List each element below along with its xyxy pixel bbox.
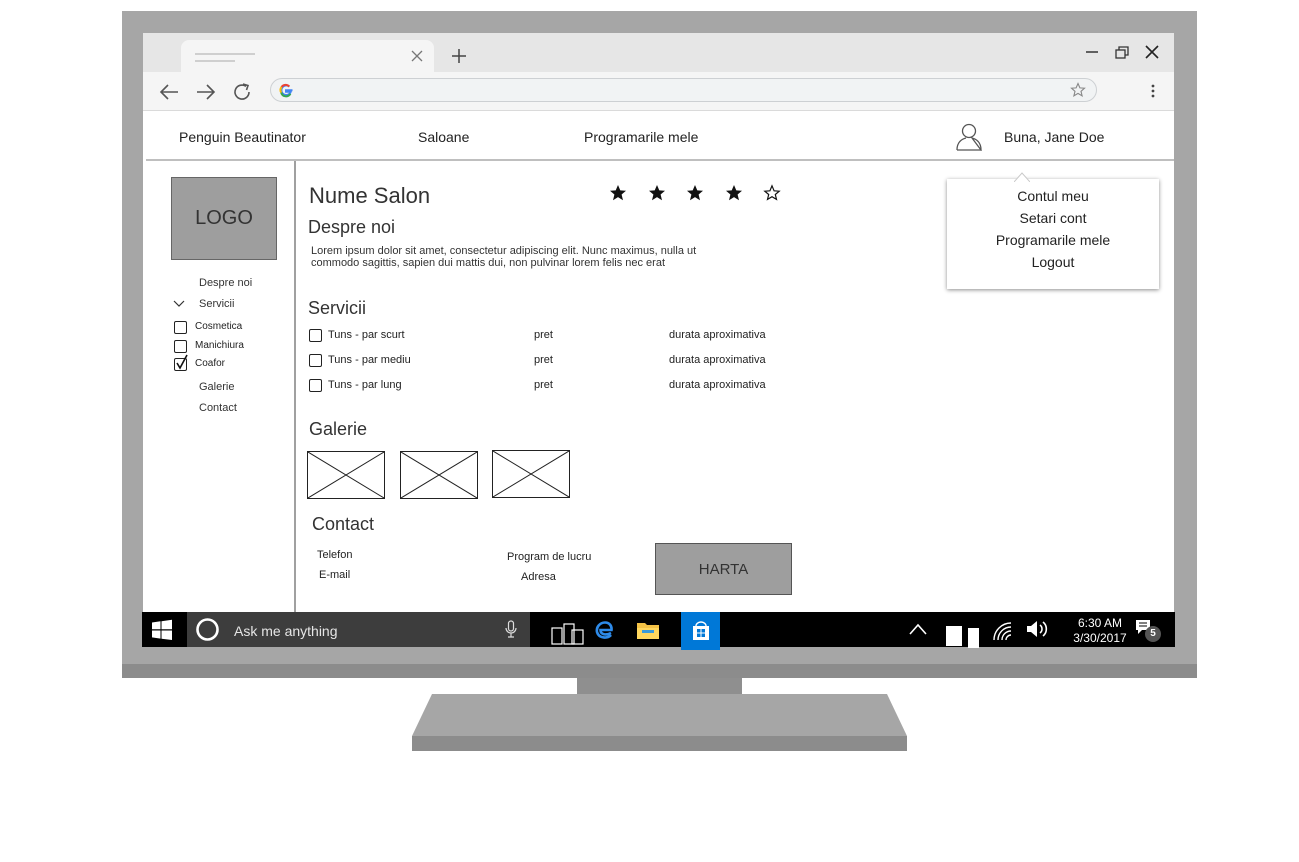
volume-icon[interactable]: [1026, 619, 1050, 639]
gallery-image-placeholder[interactable]: [307, 451, 385, 499]
star-filled-icon[interactable]: [686, 184, 704, 202]
category-label: Manichiura: [195, 340, 244, 351]
user-greeting[interactable]: Buna, Jane Doe: [1004, 129, 1104, 145]
service-duration: durata aproximativa: [669, 329, 766, 341]
service-name: Tuns - par scurt: [328, 329, 405, 341]
close-window-icon[interactable]: [1144, 44, 1160, 60]
file-explorer-icon[interactable]: [636, 620, 660, 640]
salon-logo: LOGO: [171, 177, 277, 260]
browser-tabstrip: [143, 33, 1174, 72]
about-heading: Despre noi: [308, 217, 396, 237]
category-label: Cosmetica: [195, 321, 243, 332]
restore-icon[interactable]: [1114, 45, 1130, 61]
checkmark-icon: [176, 354, 188, 370]
windows-start-icon[interactable]: [151, 619, 173, 641]
microphone-icon[interactable]: [505, 620, 517, 638]
service-price: pret: [534, 354, 553, 366]
contact-address: Adresa: [521, 571, 556, 583]
service-price: pret: [534, 329, 553, 341]
tab-title-placeholder: [195, 53, 255, 55]
browser-menu-icon[interactable]: [1147, 81, 1159, 101]
chevron-down-icon[interactable]: [173, 300, 185, 308]
tray-time: 6:30 AM: [1077, 616, 1123, 630]
sidebar-link-contact[interactable]: Contact: [199, 402, 237, 414]
sidebar: LOGO Despre noi Servicii Cosmetica Manic…: [146, 161, 296, 645]
menu-item-contul-meu[interactable]: Contul meu: [947, 188, 1159, 204]
new-tab-icon[interactable]: [450, 47, 468, 65]
monitor-bezel-bottom: [122, 664, 1197, 678]
edge-browser-icon[interactable]: [594, 619, 614, 641]
bookmark-star-icon[interactable]: [1070, 82, 1086, 98]
map-button[interactable]: HARTA: [655, 543, 792, 595]
sidebar-link-galerie[interactable]: Galerie: [199, 381, 234, 393]
menu-item-programari[interactable]: Programarile mele: [947, 232, 1159, 248]
reload-icon[interactable]: [231, 81, 253, 103]
browser-tab[interactable]: [181, 40, 434, 72]
app-header: Penguin Beautinator Saloane Programarile…: [146, 115, 1174, 161]
nav-saloane[interactable]: Saloane: [418, 129, 469, 145]
minimize-icon[interactable]: [1085, 45, 1099, 59]
services-heading: Servicii: [308, 298, 367, 318]
screen: Penguin Beautinator Saloane Programarile…: [143, 33, 1174, 645]
search-placeholder: Ask me anything: [234, 623, 338, 639]
back-arrow-icon[interactable]: [158, 81, 180, 103]
google-icon: [279, 83, 293, 98]
contact-heading: Contact: [312, 514, 375, 534]
tab-close-icon[interactable]: [409, 48, 425, 64]
store-app-tile[interactable]: [681, 612, 720, 650]
cortana-icon[interactable]: [195, 617, 220, 642]
sidebar-link-servicii[interactable]: Servicii: [199, 298, 234, 310]
wifi-icon[interactable]: [992, 621, 1012, 641]
contact-phone: Telefon: [317, 549, 353, 561]
notification-count-badge: 5: [1145, 626, 1161, 642]
taskbar-search[interactable]: Ask me anything: [187, 612, 530, 647]
star-filled-icon[interactable]: [725, 184, 743, 202]
service-price: pret: [534, 379, 553, 391]
contact-schedule: Program de lucru: [507, 551, 592, 563]
monitor-stand: [412, 694, 907, 751]
browser-toolbar: [143, 72, 1174, 111]
nav-programari[interactable]: Programarile mele: [584, 129, 698, 145]
menu-item-setari-cont[interactable]: Setari cont: [947, 210, 1159, 226]
category-checkbox[interactable]: [174, 321, 187, 334]
gallery-image-placeholder[interactable]: [492, 450, 570, 498]
user-icon[interactable]: [954, 121, 984, 151]
service-checkbox[interactable]: [309, 379, 322, 392]
salon-rating: [609, 184, 802, 207]
user-dropdown-menu: Contul meu Setari cont Programarile mele…: [947, 179, 1159, 289]
tray-clock[interactable]: 6:30 AM 3/30/2017: [1071, 616, 1129, 646]
about-text: Lorem ipsum dolor sit amet, consectetur …: [311, 245, 697, 269]
service-duration: durata aproximativa: [669, 379, 766, 391]
tab-title-placeholder: [195, 60, 235, 62]
star-filled-icon[interactable]: [609, 184, 627, 202]
service-checkbox[interactable]: [309, 329, 322, 342]
star-empty-icon[interactable]: [763, 184, 781, 202]
brand-link[interactable]: Penguin Beautinator: [179, 129, 306, 145]
tablet-mode-icon[interactable]: [945, 624, 983, 649]
service-name: Tuns - par lung: [328, 379, 402, 391]
category-label: Coafor: [195, 358, 226, 369]
menu-item-logout[interactable]: Logout: [947, 254, 1159, 270]
service-name: Tuns - par mediu: [328, 354, 411, 366]
sidebar-link-despre[interactable]: Despre noi: [199, 277, 252, 289]
forward-arrow-icon[interactable]: [195, 81, 217, 103]
gallery-image-placeholder[interactable]: [400, 451, 478, 499]
salon-name: Nume Salon: [309, 183, 431, 208]
task-view-icon[interactable]: [550, 622, 586, 646]
contact-email: E-mail: [319, 569, 351, 581]
address-bar[interactable]: [270, 78, 1097, 102]
windows-taskbar: Ask me anything 6:30 AM 3/30/2017 5: [142, 612, 1175, 650]
store-icon: [693, 621, 709, 640]
chevron-up-icon[interactable]: [908, 622, 928, 636]
dropdown-caret: [1014, 172, 1030, 182]
service-duration: durata aproximativa: [669, 354, 766, 366]
star-filled-icon[interactable]: [648, 184, 666, 202]
tray-date: 3/30/2017: [1073, 631, 1127, 645]
category-checkbox[interactable]: [174, 340, 187, 353]
gallery-heading: Galerie: [309, 419, 368, 439]
service-checkbox[interactable]: [309, 354, 322, 367]
